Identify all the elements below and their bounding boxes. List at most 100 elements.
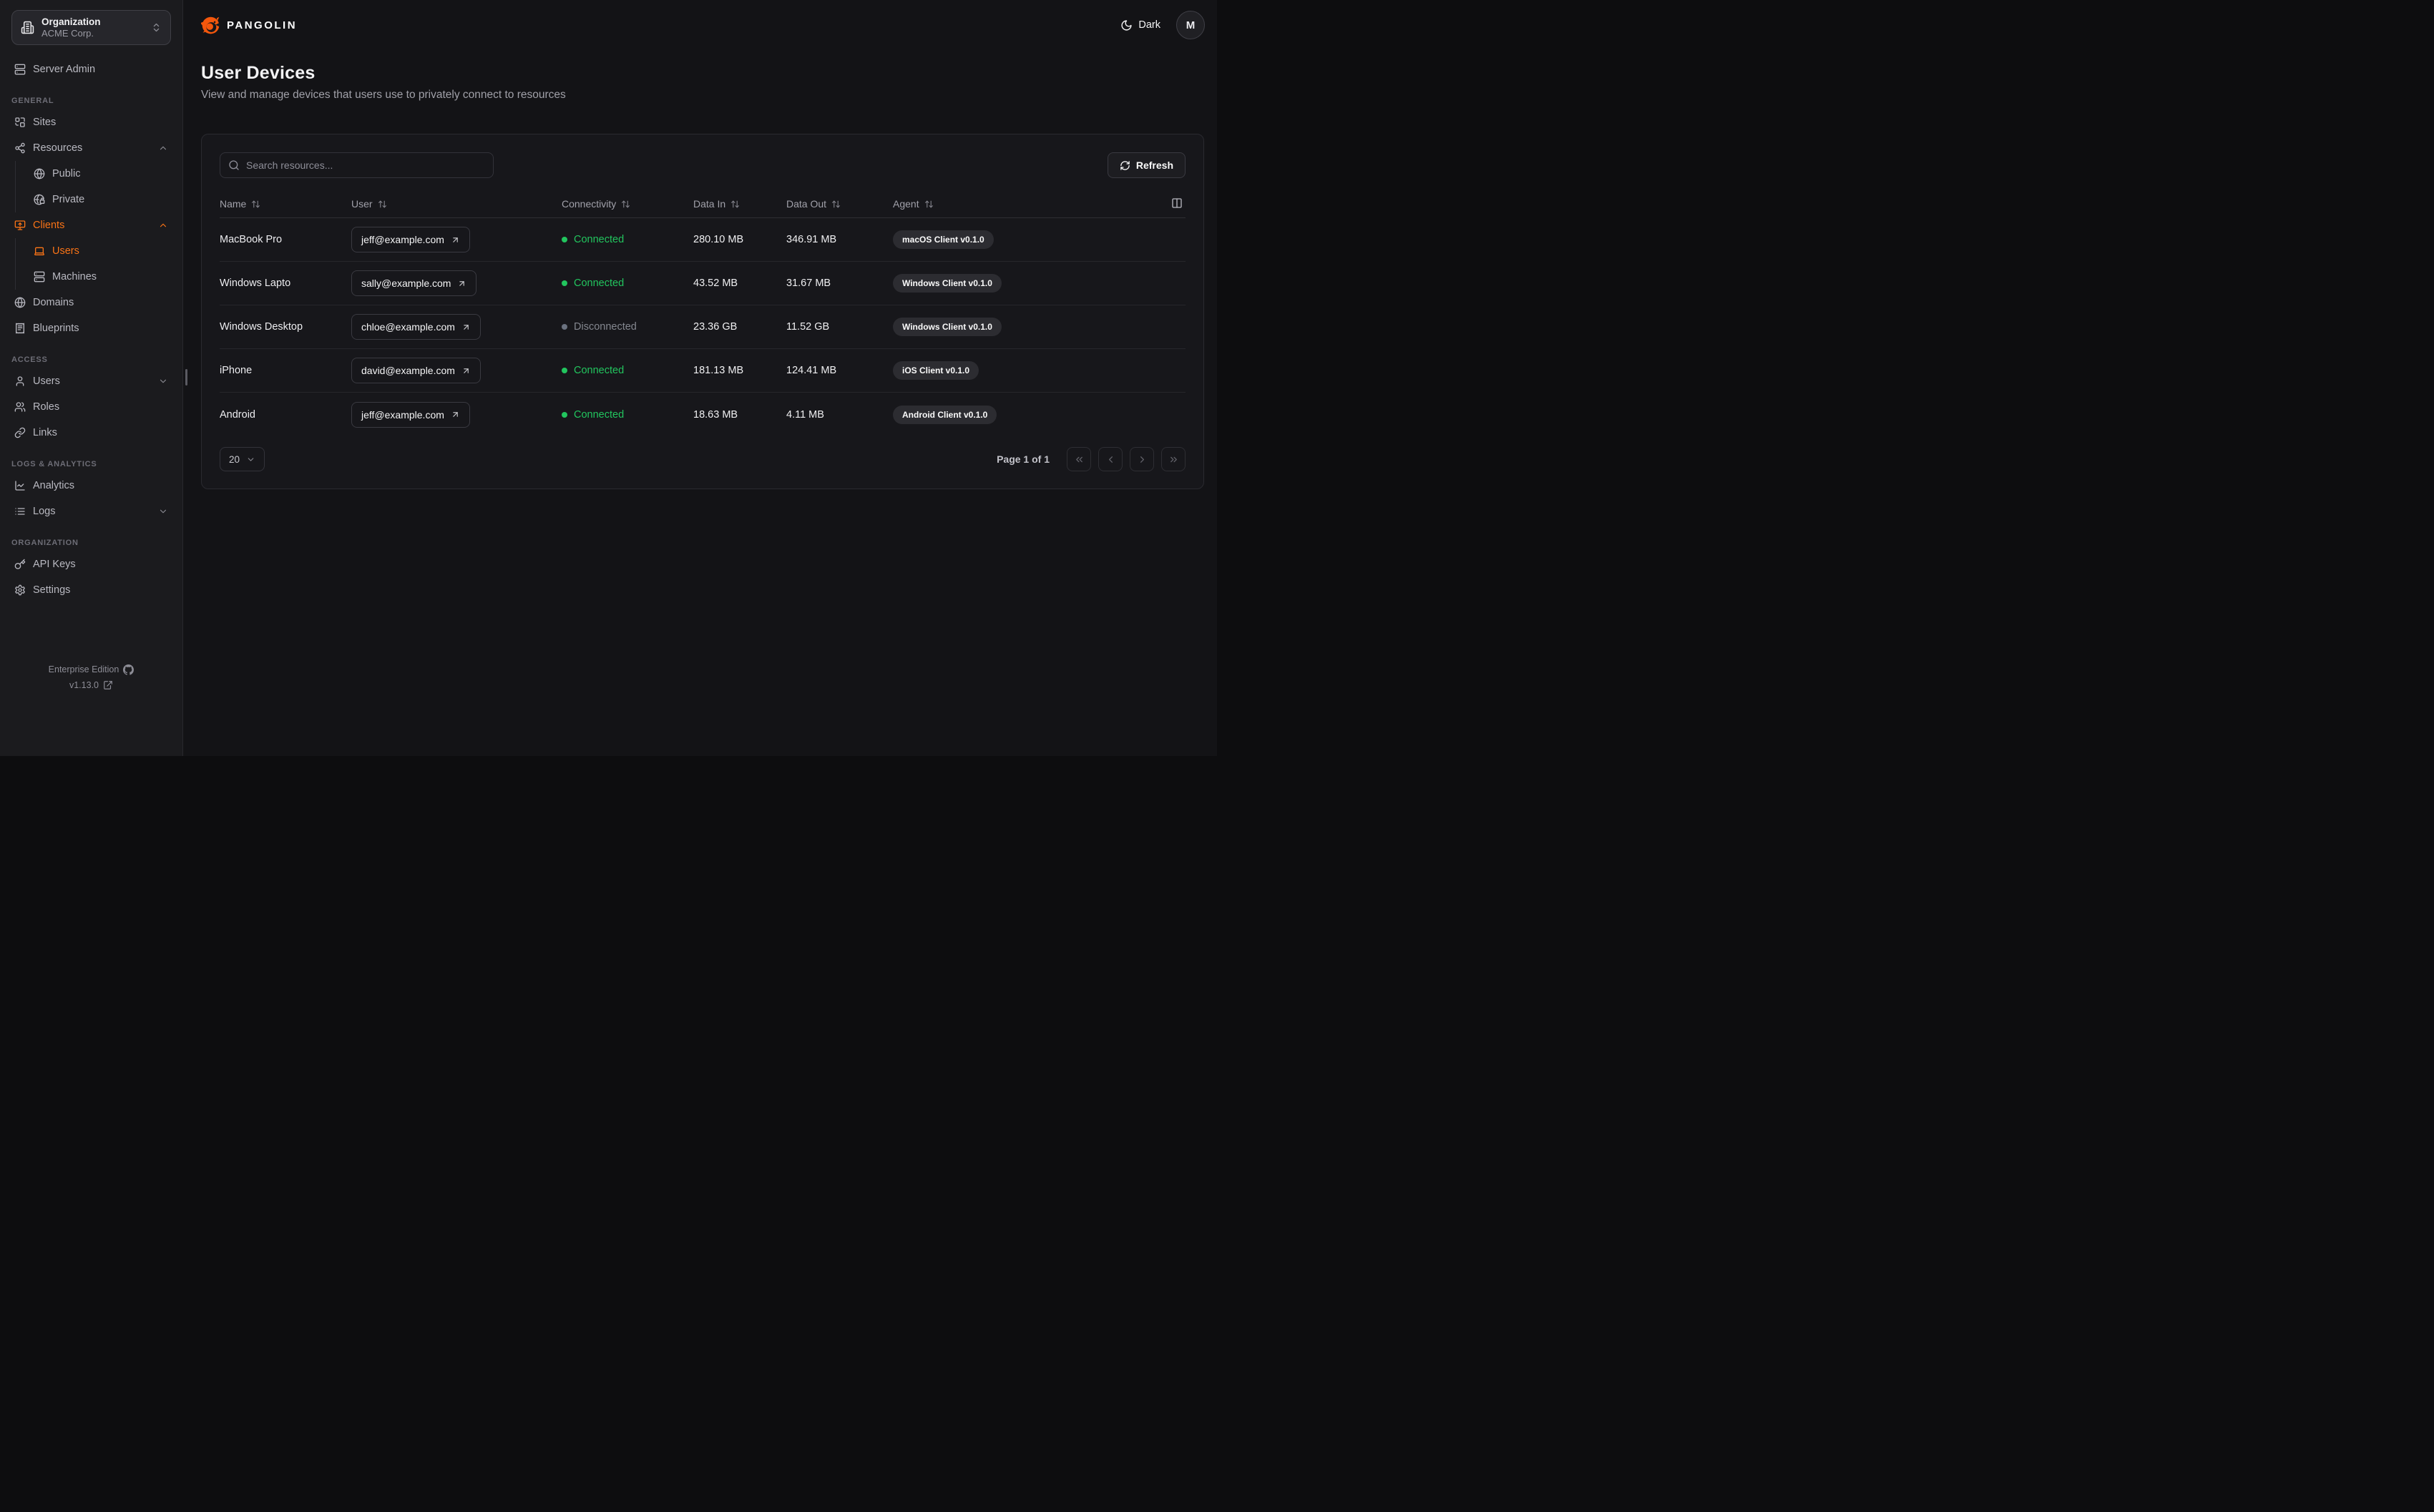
sidebar-item-clients[interactable]: Clients — [11, 212, 171, 238]
sidebar-item-users[interactable]: Users — [11, 368, 171, 394]
sidebar-item-domains[interactable]: Domains — [11, 290, 171, 315]
table-row: Windows Desktop chloe@example.com Discon… — [220, 305, 1186, 349]
sidebar-item-label: API Keys — [33, 559, 76, 570]
column-header-connectivity[interactable]: Connectivity — [562, 198, 693, 210]
agent-badge: Windows Client v0.1.0 — [893, 318, 1002, 336]
monitor-up-icon — [14, 220, 26, 230]
chevron-up-icon — [158, 143, 168, 153]
arrow-up-right-icon — [461, 323, 471, 332]
data-out-value: 4.11 MB — [786, 408, 824, 421]
org-switcher[interactable]: Organization ACME Corp. — [11, 10, 171, 45]
connectivity-status: Disconnected — [562, 321, 693, 333]
sidebar-item-label: Private — [52, 194, 85, 205]
main-area: PANGOLIN Dark M User Devices View and ma… — [183, 0, 1217, 756]
column-header-agent[interactable]: Agent — [893, 198, 1186, 210]
next-page-button[interactable] — [1130, 447, 1154, 471]
section-label-access: ACCESS — [11, 355, 48, 364]
sidebar-item-label: Public — [52, 168, 81, 180]
device-name: MacBook Pro — [220, 234, 283, 245]
column-header-user[interactable]: User — [351, 198, 562, 210]
user-link-button[interactable]: jeff@example.com — [351, 401, 470, 428]
data-in-value: 280.10 MB — [693, 234, 744, 245]
status-dot — [562, 324, 567, 330]
sidebar-item-roles[interactable]: Roles — [11, 394, 171, 420]
sidebar-item-sites[interactable]: Sites — [11, 109, 171, 135]
user-link-button[interactable]: chloe@example.com — [351, 314, 481, 340]
theme-toggle[interactable]: Dark — [1120, 19, 1160, 31]
sidebar-item-public[interactable]: Public — [31, 161, 171, 187]
sidebar-item-label: Users — [33, 375, 60, 387]
topbar-controls: Dark M — [1120, 11, 1205, 39]
sidebar-item-label: Roles — [33, 401, 60, 413]
devices-card: Refresh Name User Connectivity — [201, 134, 1204, 489]
prev-page-button[interactable] — [1098, 447, 1123, 471]
connectivity-status: Connected — [562, 409, 693, 421]
first-page-button[interactable] — [1067, 447, 1091, 471]
topbar: PANGOLIN Dark M — [183, 0, 1217, 50]
search-input[interactable] — [220, 152, 494, 178]
page-size-value: 20 — [229, 453, 240, 465]
column-header-name[interactable]: Name — [220, 198, 351, 210]
arrow-up-right-icon — [457, 279, 466, 288]
connectivity-status: Connected — [562, 278, 693, 289]
server-icon — [14, 64, 26, 75]
status-dot — [562, 368, 567, 373]
column-header-data-out[interactable]: Data Out — [786, 198, 893, 210]
sort-icon — [378, 200, 387, 209]
user-link-button[interactable]: jeff@example.com — [351, 227, 470, 252]
sidebar-item-clients-users[interactable]: Users — [31, 238, 171, 264]
user-link-button[interactable]: david@example.com — [351, 358, 481, 383]
brand-name: PANGOLIN — [227, 19, 298, 31]
table-row: Windows Lapto sally@example.com Connecte… — [220, 262, 1186, 305]
sidebar-item-label: Clients — [33, 220, 65, 231]
sidebar-item-machines[interactable]: Machines — [31, 264, 171, 290]
sidebar-item-server-admin[interactable]: Server Admin — [11, 57, 171, 82]
sort-icon — [621, 200, 630, 209]
data-in-value: 181.13 MB — [693, 365, 744, 376]
sidebar-item-analytics[interactable]: Analytics — [11, 473, 171, 499]
sidebar-resize-handle[interactable] — [185, 369, 187, 386]
chevrons-up-down-icon — [151, 22, 162, 33]
avatar-initial: M — [1186, 19, 1196, 31]
sidebar-item-label: Domains — [33, 297, 74, 308]
github-icon[interactable] — [123, 664, 135, 675]
user-link-button[interactable]: sally@example.com — [351, 270, 477, 296]
columns-icon — [1172, 198, 1182, 208]
column-header-data-in[interactable]: Data In — [693, 198, 786, 210]
section-label-general: GENERAL — [11, 97, 54, 105]
device-name: Windows Lapto — [220, 278, 291, 289]
table-header-row: Name User Connectivity Data In Data Out … — [220, 190, 1186, 218]
chevron-up-icon — [158, 220, 168, 230]
sidebar-item-links[interactable]: Links — [11, 420, 171, 446]
sidebar-item-api-keys[interactable]: API Keys — [11, 551, 171, 577]
sidebar-item-private[interactable]: Private — [31, 187, 171, 212]
resources-subgroup: Public Private — [15, 161, 171, 212]
sort-icon — [924, 200, 934, 209]
sidebar-nav: Server Admin GENERAL Sites Resources Pub… — [11, 57, 171, 756]
sidebar-item-settings[interactable]: Settings — [11, 577, 171, 603]
card-toolbar: Refresh — [220, 152, 1186, 178]
org-switcher-value: ACME Corp. — [41, 28, 94, 39]
page-size-select[interactable]: 20 — [220, 447, 265, 471]
sidebar-item-blueprints[interactable]: Blueprints — [11, 315, 171, 341]
brand[interactable]: PANGOLIN — [201, 16, 297, 35]
theme-label: Dark — [1138, 19, 1160, 31]
sidebar-item-logs[interactable]: Logs — [11, 499, 171, 524]
chevron-down-icon — [246, 455, 255, 464]
version-link[interactable]: v1.13.0 — [0, 677, 182, 693]
section-label-organization: ORGANIZATION — [11, 539, 79, 547]
key-icon — [14, 559, 26, 569]
sidebar-item-resources[interactable]: Resources — [11, 135, 171, 161]
data-in-value: 23.36 GB — [693, 321, 738, 333]
refresh-button[interactable]: Refresh — [1107, 152, 1186, 178]
sidebar-item-label: Logs — [33, 506, 56, 517]
avatar[interactable]: M — [1176, 11, 1205, 39]
last-page-button[interactable] — [1161, 447, 1186, 471]
chart-line-icon — [15, 481, 25, 491]
users-icon — [14, 402, 26, 412]
sidebar-item-label: Users — [52, 245, 79, 257]
column-visibility-button[interactable] — [1170, 196, 1184, 210]
section-label-logs-analytics: LOGS & ANALYTICS — [11, 460, 97, 468]
status-dot — [562, 237, 567, 242]
sort-icon — [831, 200, 841, 209]
